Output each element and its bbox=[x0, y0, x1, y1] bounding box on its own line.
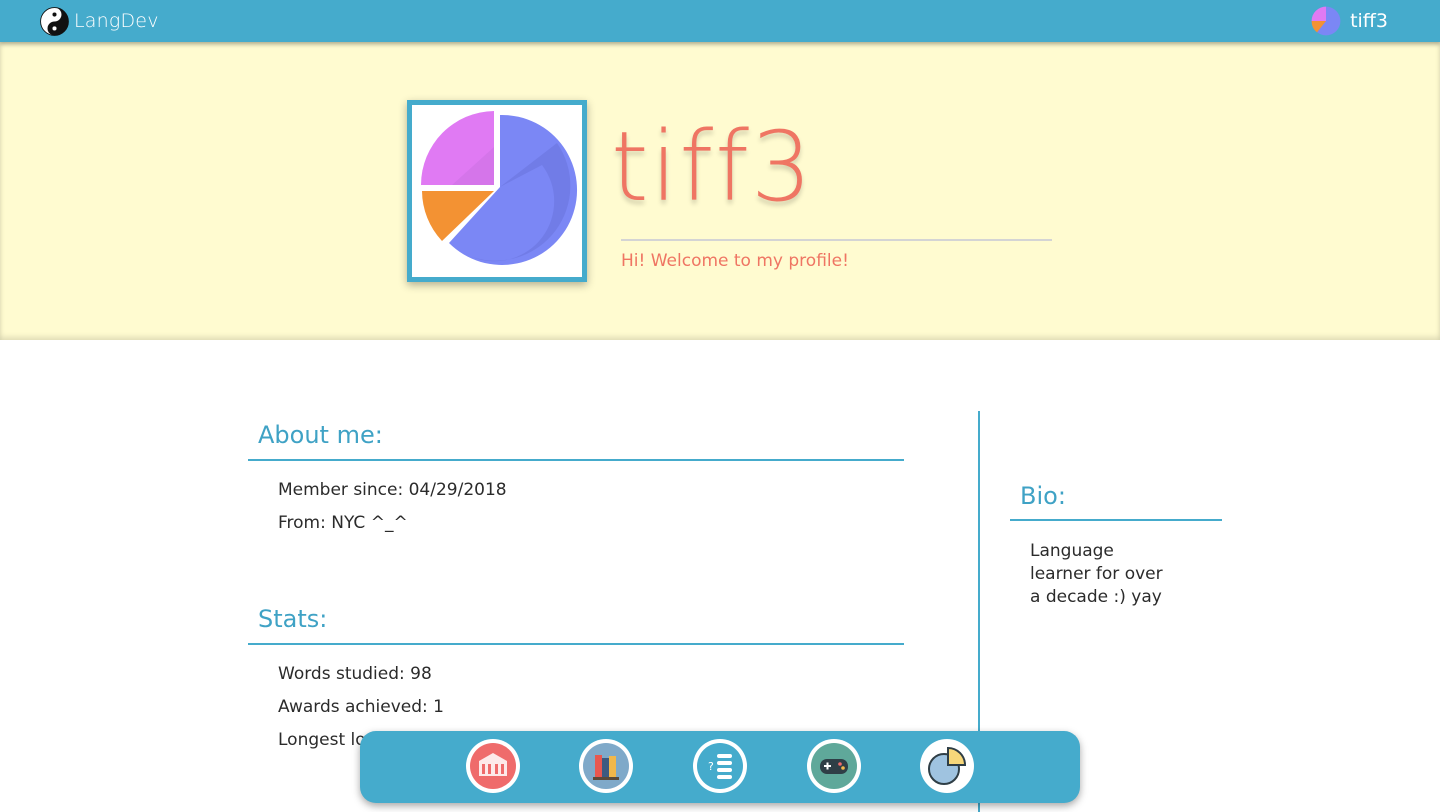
bio-title: Bio: bbox=[1020, 482, 1066, 510]
profile-username: tiff3 bbox=[611, 111, 814, 223]
stats-title: Stats: bbox=[258, 605, 328, 633]
profile-banner: tiff3 Hi! Welcome to my profile! bbox=[0, 42, 1440, 340]
user-menu[interactable]: tiff3 bbox=[1311, 5, 1388, 37]
words-studied: Words studied: 98 bbox=[278, 664, 432, 684]
svg-text:?: ? bbox=[708, 760, 714, 773]
bio-line: a decade :) yay bbox=[1030, 587, 1162, 607]
bio-text: Language learner for over a decade :) ya… bbox=[1030, 540, 1180, 609]
dock-quiz-button[interactable]: ? bbox=[693, 739, 747, 793]
dock-games-button[interactable] bbox=[807, 739, 861, 793]
nav-username: tiff3 bbox=[1350, 10, 1388, 32]
gamepad-icon bbox=[811, 743, 857, 789]
profile-avatar bbox=[407, 100, 587, 282]
name-divider bbox=[621, 239, 1052, 241]
member-since: Member since: 04/29/2018 bbox=[278, 480, 507, 500]
stats-divider bbox=[248, 643, 904, 645]
longest-streak: Longest lo bbox=[278, 730, 366, 750]
about-title: About me: bbox=[258, 421, 383, 449]
quiz-list-icon: ? bbox=[697, 743, 743, 789]
building-icon bbox=[470, 743, 516, 789]
yin-yang-icon bbox=[40, 6, 69, 36]
bottom-dock: ? bbox=[360, 731, 1080, 803]
dock-stats-button[interactable] bbox=[920, 739, 974, 793]
profile-tagline: Hi! Welcome to my profile! bbox=[621, 251, 849, 271]
brand-link[interactable]: LangDev bbox=[40, 6, 159, 36]
dock-library-button[interactable] bbox=[579, 739, 633, 793]
books-icon bbox=[583, 743, 629, 789]
pie-chart-icon bbox=[421, 111, 578, 265]
bio-line: learner for over bbox=[1030, 564, 1163, 584]
top-nav: LangDev tiff3 bbox=[0, 0, 1440, 42]
bio-line: Language bbox=[1030, 541, 1114, 561]
pie-chart-icon bbox=[924, 743, 970, 789]
about-divider bbox=[248, 459, 904, 461]
bio-divider bbox=[1010, 519, 1222, 521]
awards-achieved: Awards achieved: 1 bbox=[278, 697, 444, 717]
dock-home-button[interactable] bbox=[466, 739, 520, 793]
pie-chart-avatar-icon bbox=[1311, 6, 1341, 36]
brand-name: LangDev bbox=[74, 10, 159, 32]
from-location: From: NYC ^_^ bbox=[278, 513, 408, 533]
